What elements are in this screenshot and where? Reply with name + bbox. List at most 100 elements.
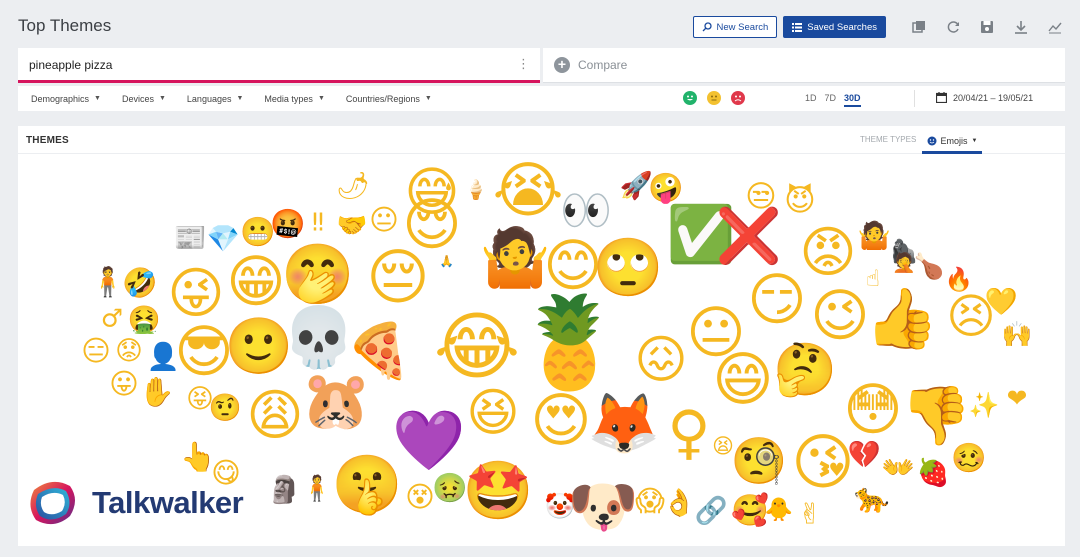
emoji-cursing[interactable]: 🤬	[270, 208, 306, 241]
emoji-heart-eyes[interactable]: 😍	[530, 386, 591, 455]
filter-devices[interactable]: Devices ▼	[122, 94, 166, 104]
period-30d[interactable]: 30D	[844, 93, 861, 107]
emoji-pensive[interactable]: 😔	[366, 243, 429, 313]
emoji-joy[interactable]: 😂	[434, 304, 521, 390]
emoji-double-exclamation[interactable]: ‼	[312, 208, 324, 237]
filter-demographics[interactable]: Demographics ▼	[31, 94, 101, 104]
emoji-kissing[interactable]: 😘	[791, 428, 854, 498]
emoji-persevering[interactable]: 😣	[946, 290, 996, 345]
emoji-confounded[interactable]: 😖	[634, 330, 687, 390]
emoji-poultry-leg[interactable]: 🍗	[914, 252, 945, 281]
emoji-shrug[interactable]: 🤷	[857, 220, 890, 252]
emoji-person-standing[interactable]: 🧍	[90, 266, 126, 299]
talkwalker-logo-mark	[30, 481, 76, 525]
emoji-smiling-imp[interactable]: 😈	[784, 183, 816, 219]
emoji-eyes[interactable]: 👀	[560, 186, 612, 235]
emoji-smiling-hearts[interactable]: 🥰	[731, 492, 769, 529]
download-icon[interactable]	[1010, 16, 1032, 38]
emoji-moai[interactable]: 🗿	[267, 474, 300, 506]
saved-searches-button[interactable]: Saved Searches	[783, 16, 886, 38]
emoji-face-with-raised-eyebrow[interactable]: 🤨	[208, 393, 241, 424]
emoji-thumbs-down[interactable]: 👎	[901, 383, 972, 449]
emoji-worried[interactable]: 😟	[115, 336, 143, 367]
emoji-dog[interactable]: 🐶	[568, 474, 639, 540]
emoji-victory-hand[interactable]: ✌	[798, 498, 822, 531]
emoji-pineapple[interactable]: 🍍	[514, 291, 625, 395]
theme-types-label: THEME TYPES	[860, 135, 917, 144]
emoji-leopard[interactable]: 🐆	[854, 482, 890, 515]
emoji-weary[interactable]: 😩	[246, 383, 303, 447]
emoji-monocle[interactable]: 🧐	[731, 435, 788, 488]
emoji-soft-ice-cream[interactable]: 🍦	[464, 178, 488, 201]
emoji-star-struck[interactable]: 🤩	[463, 458, 534, 524]
emoji-crying[interactable]: 😭	[492, 156, 563, 226]
emoji-female-sign[interactable]: ♀	[667, 398, 710, 467]
emoji-newspaper[interactable]: 📰	[173, 223, 206, 254]
emoji-skull[interactable]: 💀	[282, 303, 355, 372]
emoji-strawberry[interactable]: 🍓	[916, 457, 949, 489]
emoji-hamster[interactable]: 🐹	[301, 368, 372, 434]
emoji-zany-face[interactable]: 🤪	[648, 172, 684, 206]
emoji-face-with-spiral[interactable]: 😵	[405, 481, 435, 514]
emoji-wink[interactable]: 😜	[167, 261, 224, 325]
emoji-neutral[interactable]: 😐	[369, 204, 399, 237]
emoji-unamused[interactable]: 😒	[745, 180, 777, 215]
emoji-bust-silhouette[interactable]: 👤	[146, 341, 179, 373]
emoji-handshake[interactable]: 🤝	[337, 211, 368, 240]
themes-panel: THEMES THEME TYPES Emojis ▼ 🌶 😅 🍦 😭 👀 🚀 🤪 📰 💎 😬 🤬 ‼…	[18, 126, 1065, 546]
emoji-thumbs-up[interactable]: 👍	[865, 284, 938, 353]
emoji-sparkles[interactable]: ✨	[969, 391, 1000, 420]
emoji-tongue-out[interactable]: 😛	[109, 368, 139, 401]
search-icon	[702, 22, 712, 32]
emoji-raised-hand[interactable]: ✋	[139, 376, 175, 409]
neutral-sentiment-icon[interactable]	[707, 91, 721, 105]
emoji-grin[interactable]: 😁	[226, 249, 285, 315]
emoji-open-hands[interactable]: 👐	[881, 453, 914, 484]
emoji-scream[interactable]: 😱	[635, 485, 665, 518]
emoji-hot-pepper[interactable]: 🌶	[336, 171, 370, 202]
emoji-woozy[interactable]: 🥴	[951, 442, 987, 475]
emoji-angry[interactable]: 😡	[799, 220, 856, 284]
emoji-red-heart[interactable]: ❤	[1007, 384, 1028, 413]
emoji-broken-heart[interactable]: 💔	[847, 440, 881, 471]
emoji-expressionless[interactable]: 😑	[81, 335, 111, 368]
emoji-smirk[interactable]: 😏	[747, 267, 806, 333]
period-7d[interactable]: 7D	[825, 93, 837, 107]
emoji-woman-shrugging[interactable]: 🤷	[480, 223, 551, 291]
emoji-hand-over-mouth[interactable]: 🤭	[281, 240, 354, 309]
emoji-grinning[interactable]: 😄	[712, 345, 773, 414]
emoji-rofl[interactable]: 🤣	[121, 267, 158, 302]
kebab-menu-icon[interactable]: ⋮	[517, 57, 530, 70]
emoji-ok-hand[interactable]: 👌	[662, 488, 695, 519]
filter-media-types[interactable]: Media types ▼	[264, 94, 324, 104]
new-search-button[interactable]: New Search	[692, 16, 778, 38]
negative-sentiment-icon[interactable]	[731, 91, 745, 105]
emoji-laughing[interactable]: 😆	[466, 383, 519, 443]
refresh-icon[interactable]	[942, 16, 964, 38]
emoji-chick[interactable]: 🐥	[765, 496, 793, 523]
trend-icon[interactable]	[1044, 16, 1066, 38]
filter-countries-regions[interactable]: Countries/Regions ▼	[346, 94, 432, 104]
emoji-raised-hands[interactable]: 🙌	[1002, 320, 1033, 349]
emoji-purple-heart[interactable]: 💜	[392, 406, 466, 475]
date-range-picker[interactable]: 20/04/21 – 19/05/21	[936, 92, 1033, 103]
emoji-thinking[interactable]: 🤔	[773, 340, 837, 400]
search-query-box[interactable]: pineapple pizza ⋮	[18, 48, 540, 83]
compare-box[interactable]: + Compare	[543, 48, 1065, 83]
period-1d[interactable]: 1D	[805, 93, 817, 107]
emoji-shushing[interactable]: 🤫	[332, 452, 403, 518]
emoji-fox[interactable]: 🦊	[587, 389, 660, 458]
emoji-link[interactable]: 🔗	[694, 495, 727, 527]
filter-languages[interactable]: Languages ▼	[187, 94, 243, 104]
save-icon[interactable]	[976, 16, 998, 38]
tab-emojis[interactable]: Emojis ▼	[922, 131, 982, 154]
copy-icon[interactable]	[908, 16, 930, 38]
emoji-nauseated[interactable]: 🤮	[127, 305, 160, 336]
talkwalker-logo: Talkwalker	[26, 476, 244, 530]
positive-sentiment-icon[interactable]	[683, 91, 697, 105]
emoji-folded-hands[interactable]: 🙏	[440, 254, 454, 268]
emoji-male-sign[interactable]: ♂	[101, 304, 123, 333]
emoji-facepalm[interactable]: 🤦	[892, 251, 916, 274]
emoji-man-standing[interactable]: 🧍	[302, 474, 333, 503]
filter-label: Media types	[264, 93, 313, 104]
